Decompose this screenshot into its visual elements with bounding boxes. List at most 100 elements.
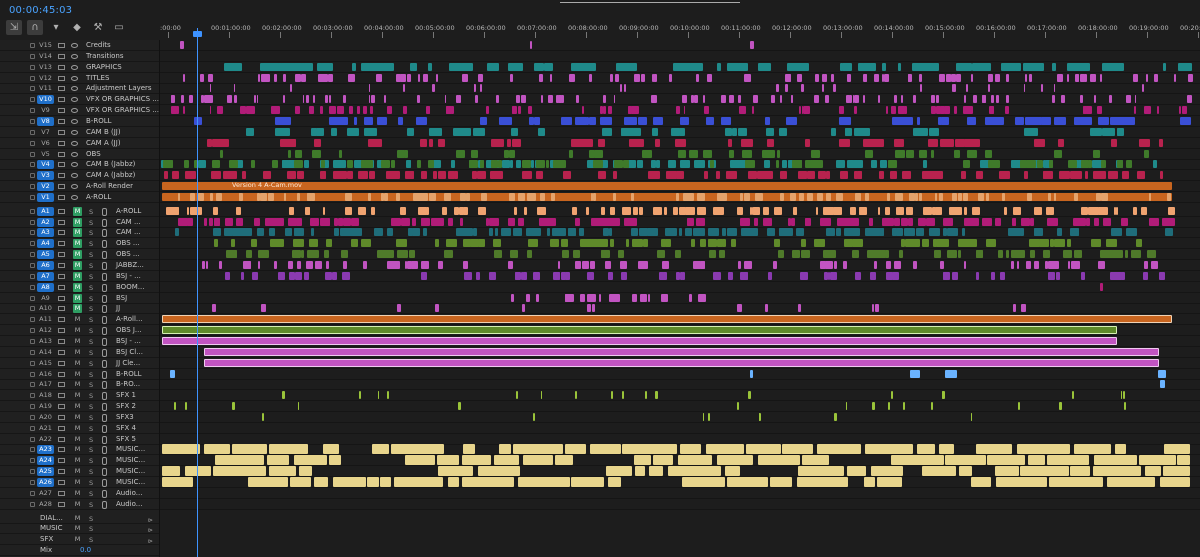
clip[interactable] <box>857 160 862 169</box>
clip[interactable] <box>1063 250 1072 259</box>
clip[interactable] <box>940 138 954 147</box>
clip[interactable] <box>616 62 630 71</box>
clip[interactable] <box>894 192 899 201</box>
clip[interactable] <box>462 455 491 466</box>
clip[interactable] <box>224 217 234 226</box>
clip[interactable] <box>675 250 679 259</box>
clip[interactable] <box>361 239 372 248</box>
microphone-icon[interactable] <box>102 500 107 509</box>
clip[interactable] <box>571 206 578 215</box>
clip[interactable] <box>434 304 439 313</box>
clip[interactable] <box>296 261 301 269</box>
clip[interactable] <box>319 106 324 115</box>
lock-icon[interactable] <box>30 284 35 290</box>
clip[interactable] <box>792 95 794 104</box>
clip[interactable] <box>681 477 725 487</box>
clip[interactable] <box>162 477 194 487</box>
clip[interactable] <box>1029 73 1033 82</box>
clip[interactable] <box>237 160 242 169</box>
track-lane-v6[interactable] <box>160 138 1200 149</box>
clip[interactable] <box>340 250 348 259</box>
track-lane-a20[interactable] <box>160 412 1200 423</box>
clip[interactable] <box>228 160 238 169</box>
clip[interactable] <box>825 95 830 104</box>
clip[interactable] <box>607 271 614 280</box>
clip[interactable] <box>646 228 652 237</box>
clip[interactable] <box>975 444 1013 455</box>
clip[interactable] <box>1127 228 1138 237</box>
clip[interactable] <box>873 73 879 82</box>
clip[interactable] <box>1016 444 1070 455</box>
clip[interactable] <box>384 95 387 104</box>
track-header-a4[interactable]: A4 M S OBS ... <box>0 238 159 250</box>
clip[interactable] <box>776 84 779 93</box>
clip[interactable] <box>200 160 204 169</box>
clip[interactable] <box>730 171 738 180</box>
clip[interactable] <box>325 261 330 269</box>
clip[interactable] <box>957 250 962 259</box>
mute-button[interactable]: M <box>73 402 82 411</box>
clip[interactable] <box>204 347 1159 356</box>
clip[interactable] <box>1157 106 1160 115</box>
clip[interactable] <box>612 171 618 180</box>
clip[interactable] <box>1115 444 1126 455</box>
track-lane-a12[interactable] <box>160 325 1200 337</box>
clip[interactable] <box>831 127 836 136</box>
clip[interactable] <box>1105 239 1118 248</box>
clip[interactable] <box>639 228 645 237</box>
clip[interactable] <box>667 160 677 169</box>
clip[interactable] <box>732 127 737 136</box>
clip[interactable] <box>423 206 428 215</box>
clip[interactable] <box>1070 466 1091 477</box>
clip[interactable] <box>984 217 992 226</box>
track-header-a3[interactable]: A3 M S CAM ... <box>0 227 159 239</box>
clip[interactable] <box>1053 192 1057 201</box>
clip[interactable] <box>598 171 607 180</box>
clip[interactable] <box>170 369 175 378</box>
clip[interactable] <box>199 73 205 82</box>
microphone-icon[interactable] <box>102 294 107 303</box>
clip[interactable] <box>975 250 984 259</box>
clip[interactable] <box>560 271 566 280</box>
clip[interactable] <box>1162 217 1169 226</box>
clip[interactable] <box>369 106 374 115</box>
track-target-v1[interactable]: V1 <box>37 192 54 202</box>
clip[interactable] <box>958 192 963 201</box>
clip[interactable] <box>358 171 368 180</box>
track-target-a27[interactable]: A27 <box>37 489 54 498</box>
clip[interactable] <box>473 84 476 93</box>
clip[interactable] <box>629 116 638 125</box>
clip[interactable] <box>688 192 694 201</box>
clip[interactable] <box>877 477 902 487</box>
clip[interactable] <box>734 160 741 169</box>
clip[interactable] <box>700 192 706 201</box>
track-target-a7[interactable]: A7 <box>37 271 54 281</box>
clip[interactable] <box>351 62 357 71</box>
clip[interactable] <box>430 192 437 201</box>
clip[interactable] <box>800 239 807 248</box>
lock-icon[interactable] <box>30 393 35 399</box>
clip[interactable] <box>287 171 296 180</box>
clip[interactable] <box>437 455 459 466</box>
sync-lock-icon[interactable] <box>58 306 65 312</box>
clip[interactable] <box>934 192 938 201</box>
clip[interactable] <box>231 444 267 455</box>
track-target-a9[interactable]: A9 <box>37 294 54 303</box>
clip[interactable] <box>588 149 595 158</box>
clip[interactable] <box>1001 192 1005 201</box>
clip[interactable] <box>269 228 275 237</box>
clip[interactable] <box>522 455 554 466</box>
clip[interactable] <box>967 116 977 125</box>
clip[interactable] <box>1083 106 1087 115</box>
clip[interactable] <box>763 206 769 215</box>
clip[interactable] <box>489 217 499 226</box>
playhead-timecode[interactable]: 00:00:45:03 <box>9 5 72 16</box>
clip[interactable] <box>728 149 734 158</box>
clip[interactable] <box>834 412 837 421</box>
clip[interactable] <box>313 95 315 104</box>
clip[interactable] <box>177 217 182 226</box>
track-target-a13[interactable]: A13 <box>37 337 54 346</box>
clip[interactable] <box>936 250 942 259</box>
clip[interactable] <box>933 171 943 180</box>
clip[interactable] <box>421 171 428 180</box>
